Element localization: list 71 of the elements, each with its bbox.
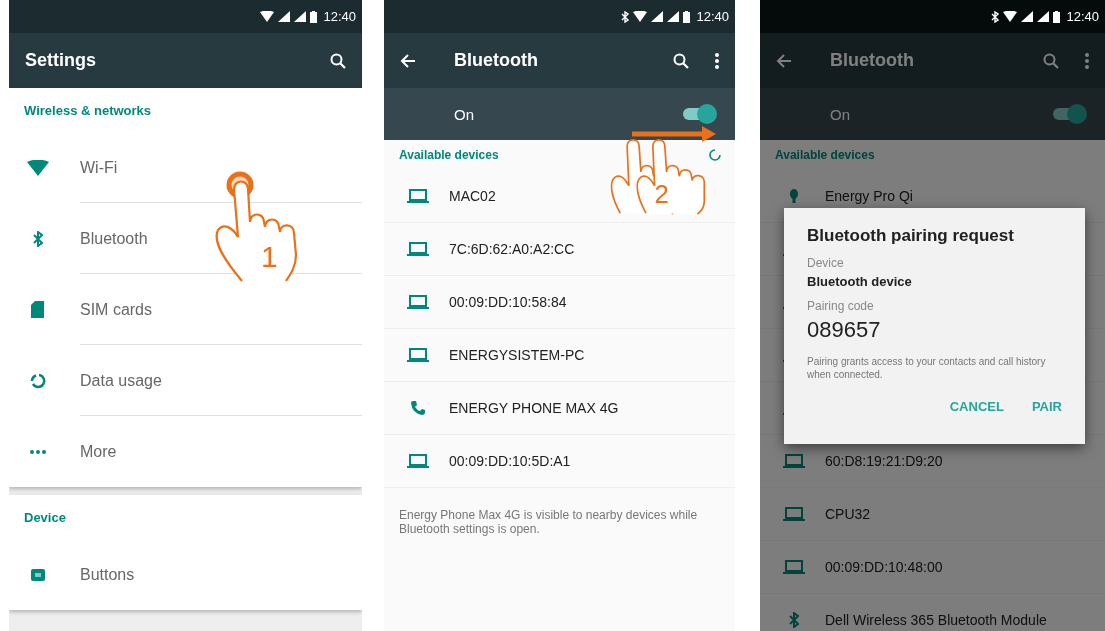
device-item[interactable]: 00:09:DD:10:5D:A1 bbox=[384, 435, 735, 488]
screen-title: Bluetooth bbox=[454, 50, 539, 71]
settings-item[interactable]: Data usage bbox=[9, 345, 362, 416]
battery-icon bbox=[683, 10, 691, 23]
toggle-switch[interactable] bbox=[681, 104, 717, 124]
device-item[interactable]: 00:09:DD:10:58:84 bbox=[384, 276, 735, 329]
wifi-icon bbox=[1003, 11, 1018, 22]
device-item[interactable]: Dell Wireless 365 Bluetooth Module bbox=[760, 594, 1105, 631]
bluetooth-icon bbox=[788, 612, 799, 628]
section-header: Available devices bbox=[399, 148, 499, 162]
section-header: Wireless & networks bbox=[23, 102, 153, 120]
settings-item[interactable]: SIM cards bbox=[9, 274, 362, 345]
laptop-icon bbox=[406, 295, 429, 309]
cellular-signal-icon bbox=[667, 11, 680, 22]
lamp-icon bbox=[789, 189, 798, 203]
bluetooth-icon bbox=[991, 10, 1000, 23]
section-header: Available devices bbox=[775, 148, 875, 162]
device-item[interactable]: ENERGYSISTEM-PC bbox=[384, 329, 735, 382]
back-arrow-icon[interactable] bbox=[400, 53, 416, 68]
bluetooth-icon bbox=[32, 230, 43, 247]
visibility-note: Energy Phone Max 4G is visible to nearby devices while Bluetooth settings is open. bbox=[399, 508, 699, 536]
switch-label: On bbox=[454, 105, 474, 123]
pairing-code: 089657 bbox=[807, 317, 881, 343]
device-item[interactable]: ENERGY PHONE MAX 4G bbox=[384, 382, 735, 435]
status-time: 12:40 bbox=[696, 9, 729, 24]
more-options-icon[interactable] bbox=[715, 52, 719, 69]
laptop-icon bbox=[406, 454, 429, 468]
laptop-icon bbox=[406, 348, 429, 362]
dialog-note: Pairing grants access to your contacts and call history when connected. bbox=[807, 355, 1047, 381]
function-key-icon bbox=[30, 568, 45, 581]
wifi-icon bbox=[260, 11, 275, 22]
section-header: Device bbox=[23, 509, 67, 527]
data-usage-icon bbox=[29, 372, 46, 389]
wifi-icon bbox=[633, 11, 648, 22]
phone-icon bbox=[409, 400, 426, 416]
device-item[interactable]: 00:09:DD:10:48:00 bbox=[760, 541, 1105, 594]
laptop-icon bbox=[406, 242, 429, 256]
settings-item[interactable]: Wi-Fi bbox=[9, 132, 362, 203]
search-icon[interactable] bbox=[673, 52, 689, 69]
more-icon bbox=[29, 449, 46, 454]
screen-title: Settings bbox=[25, 50, 97, 71]
battery-icon bbox=[1053, 10, 1061, 23]
device-item[interactable]: 7C:6D:62:A0:A2:CC bbox=[384, 223, 735, 276]
cellular-signal-icon bbox=[1021, 11, 1034, 22]
settings-item[interactable]: More bbox=[9, 416, 362, 487]
cellular-signal-icon bbox=[651, 11, 664, 22]
switch-label: On bbox=[830, 105, 850, 123]
device-item[interactable]: CPU32 bbox=[760, 488, 1105, 541]
device-caption: Device bbox=[807, 256, 844, 270]
status-time: 12:40 bbox=[323, 9, 356, 24]
laptop-icon bbox=[782, 454, 805, 468]
cellular-signal-icon bbox=[278, 11, 291, 22]
toggle-switch[interactable] bbox=[1051, 104, 1087, 124]
cellular-signal-icon bbox=[294, 11, 307, 22]
dialog-title: Bluetooth pairing request bbox=[807, 226, 1014, 246]
laptop-icon bbox=[406, 189, 429, 203]
wifi-icon bbox=[26, 159, 49, 176]
search-icon[interactable] bbox=[330, 52, 346, 69]
status-time: 12:40 bbox=[1066, 9, 1099, 24]
settings-item[interactable]: Buttons bbox=[9, 539, 362, 610]
sim-card-icon bbox=[31, 301, 44, 318]
cellular-signal-icon bbox=[1037, 11, 1050, 22]
laptop-icon bbox=[782, 507, 805, 521]
laptop-icon bbox=[782, 560, 805, 574]
pairing-code-caption: Pairing code bbox=[807, 299, 874, 313]
device-name: Bluetooth device bbox=[807, 274, 912, 289]
step-number: 1 bbox=[261, 240, 278, 273]
bluetooth-icon bbox=[621, 10, 630, 23]
step-number: 2 bbox=[654, 179, 669, 208]
screen-title: Bluetooth bbox=[830, 50, 915, 71]
battery-icon bbox=[310, 10, 318, 23]
